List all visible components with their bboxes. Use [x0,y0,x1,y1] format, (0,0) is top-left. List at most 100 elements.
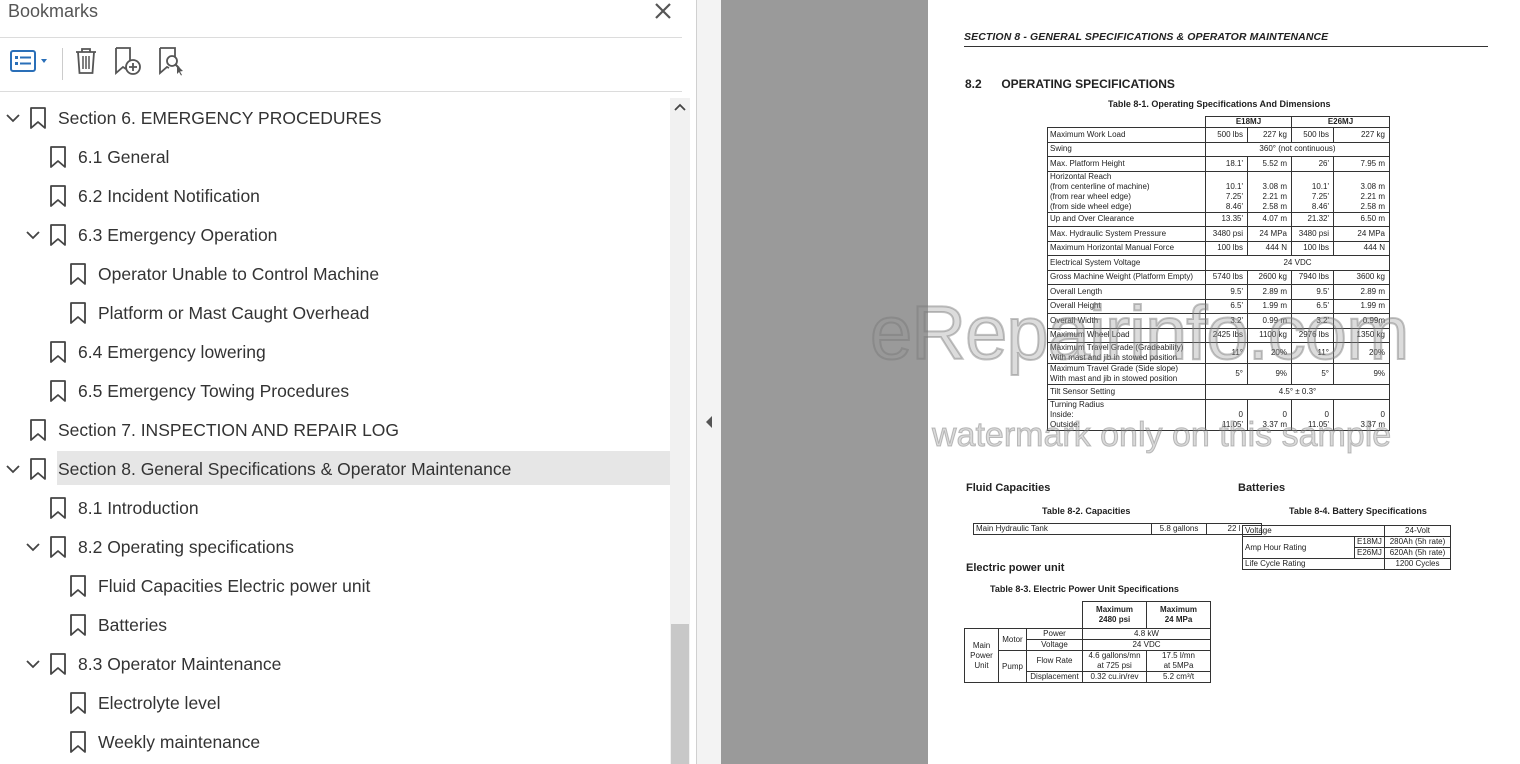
table-cell: Pump [998,650,1027,683]
scrollbar-thumb[interactable] [671,624,689,764]
section-number: 8.2 [965,77,982,91]
table-cell: E18MJ [1354,536,1385,548]
bookmark-item[interactable]: 6.1 General [0,139,670,175]
table-cell: Maximum Wheel Load [1047,327,1206,343]
table-cell: 444 N [1333,240,1390,256]
fluid-capacities-heading: Fluid Capacities [966,482,1051,494]
panel-splitter[interactable] [697,0,721,764]
bookmark-item[interactable]: Section 7. INSPECTION AND REPAIR LOG [0,412,670,448]
bookmark-item[interactable]: Weekly maintenance [0,724,670,760]
table-row: Electrical System Voltage 24 VDC [1047,255,1390,271]
table-cell: 4.6 gallons/mn at 725 psi [1082,650,1147,672]
bookmark-icon [48,223,68,247]
table-cell: Main Hydraulic Tank [973,523,1152,535]
chevron-down-icon[interactable] [24,538,42,556]
table-cell: 17.5 l/mn at 5MPa [1146,650,1211,672]
bookmark-label: 8.3 Operator Maintenance [78,654,282,674]
table-cell: 11° [1205,342,1248,364]
scrollbar[interactable] [670,98,690,764]
table-cell: 24 VDC [1082,639,1211,651]
table-caption: Table 8-2. Capacities [1042,506,1131,516]
table-cell: 2.89 m [1333,284,1390,300]
table-cell: Up and Over Clearance [1047,211,1206,227]
chevron-down-icon[interactable] [24,655,42,673]
table-cell: 24-Volt [1384,525,1451,537]
table-cell: 9.5' [1205,284,1248,300]
bookmark-label: Weekly maintenance [98,732,261,752]
bookmark-item[interactable]: Electrolyte level [0,685,670,721]
table-cell: 18.1' [1205,156,1248,172]
electric-power-unit-heading: Electric power unit [966,562,1065,574]
chevron-down-icon[interactable] [4,460,22,478]
find-bookmark-button[interactable] [154,46,188,79]
table-row: Maximum Horizontal Manual Force 100 lbs 44… [1047,240,1390,256]
table-cell: Maximum Horizontal Manual Force [1047,240,1206,256]
bookmark-icon [48,379,68,403]
table-cell: 0.32 cu.in/rev [1082,671,1147,683]
bookmark-item[interactable]: 8.1 Introduction [0,490,670,526]
table-cell: 500 lbs [1205,127,1248,143]
table-cell: 1.99 m [1247,298,1292,314]
bookmark-item[interactable]: Section 8. General Specifications & Oper… [0,451,670,487]
new-bookmark-button[interactable] [110,46,144,79]
bookmark-label: Section 8. General Specifications & Oper… [58,459,512,479]
bookmark-item[interactable]: Operator Unable to Control Machine [0,256,670,292]
delete-bookmark-button[interactable] [70,47,102,79]
table-cell: 5740 lbs [1205,269,1248,285]
table-cell: 20% [1247,342,1292,364]
bookmark-item[interactable]: 6.5 Emergency Towing Procedures [0,373,670,409]
table-cell: Displacement [1026,671,1083,683]
bookmark-icon [28,457,48,481]
bookmark-item[interactable]: 8.3 Operator Maintenance [0,646,670,682]
table-cell: 24 MPa [1247,226,1292,242]
table-cell: Overall Width [1047,313,1206,329]
bookmark-label: 6.5 Emergency Towing Procedures [78,381,350,401]
bookmark-item[interactable]: Batteries [0,607,670,643]
bookmarks-panel: Bookmarks Section 6. EMERGENCY PROCEDURE… [0,0,697,764]
table-cell: 1100 kg [1247,327,1292,343]
table-cell: 3.2' [1205,313,1248,329]
list-options-icon [7,48,51,79]
table-cell: Motor [998,628,1027,651]
table-row: Gross Machine Weight (Platform Empty) 574… [1047,269,1390,285]
table-cell: 0.99m [1333,313,1390,329]
close-icon[interactable] [652,0,674,22]
table-cell: 280Ah (5h rate) [1384,536,1451,548]
table-cell: 1350 kg [1333,327,1390,343]
table-cell: 4.8 kW [1082,628,1211,640]
table-cell: 9% [1333,363,1390,385]
table-cell: Amp Hour Rating [1242,536,1355,559]
table-cell: 5.2 cm³/t [1146,671,1211,683]
bookmark-item[interactable]: 8.2 Operating specifications [0,529,670,565]
bookmark-label: 6.3 Emergency Operation [78,225,278,245]
table-cell: 100 lbs [1205,240,1248,256]
bookmark-item[interactable]: 6.3 Emergency Operation [0,217,670,253]
table-caption: Table 8-1. Operating Specifications And … [1108,99,1331,109]
table-cell: Maximum Travel Grade (Gradeability) With… [1047,342,1206,364]
bookmark-icon [48,340,68,364]
bookmark-label: Operator Unable to Control Machine [98,264,380,284]
collapse-arrow-icon[interactable] [704,414,714,430]
bookmark-item[interactable]: Platform or Mast Caught Overhead [0,295,670,331]
bookmark-item[interactable]: Fluid Capacities Electric power unit [0,568,670,604]
table-row: Maximum Work Load 500 lbs 227 kg 500 lbs 227… [1047,127,1390,143]
scroll-up-icon[interactable] [672,100,688,116]
options-button[interactable] [6,47,52,79]
table-cell: Horizontal Reach (from centerline of mac… [1047,170,1206,213]
divider [0,37,682,38]
table-cell: 11° [1291,342,1334,364]
table-cell: 7.95 m [1333,156,1390,172]
bookmark-item[interactable]: Section 6. EMERGENCY PROCEDURES [0,100,670,136]
bookmark-item[interactable]: 6.4 Emergency lowering [0,334,670,370]
bookmark-item[interactable]: 6.2 Incident Notification [0,178,670,214]
chevron-down-icon[interactable] [4,109,22,127]
table-cell: 5.8 gallons [1151,523,1207,535]
panel-header: Bookmarks [0,0,697,28]
chevron-down-icon[interactable] [24,226,42,244]
table-cell: Max. Platform Height [1047,156,1206,172]
table-cell: 3.08 m 2.21 m 2.58 m [1333,170,1390,213]
table-cell: Electrical System Voltage [1047,255,1206,271]
operating-specs-table: E18MJ E26MJ Maximum Work Load 500 lbs 227 kg… [1047,116,1390,431]
section-heading: OPERATING SPECIFICATIONS [1001,77,1175,91]
table-cell: 10.1' 7.25' 8.46' [1205,170,1248,213]
